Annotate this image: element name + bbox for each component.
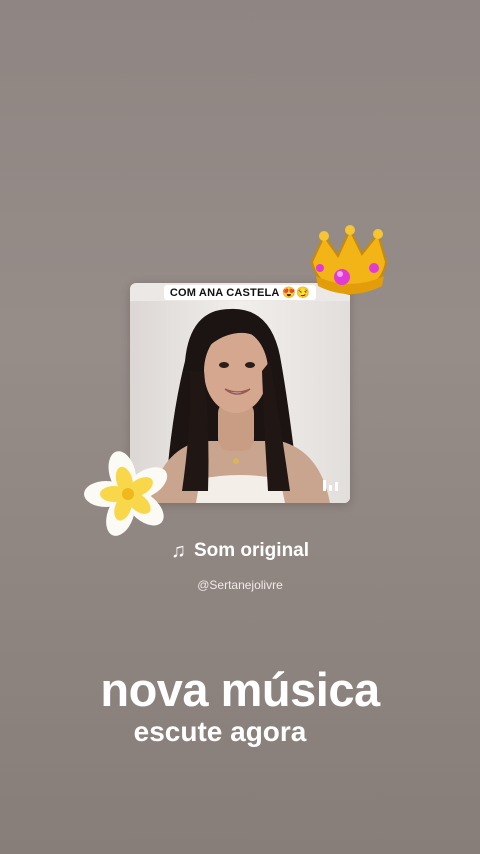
video-caption-text: COM ANA CASTELA 😍😏: [163, 284, 317, 300]
audio-bars-icon: [323, 480, 338, 491]
story-canvas: COM ANA CASTELA 😍😏 ♫ Som original @Serta…: [0, 0, 480, 854]
song-handle[interactable]: @Sertanejolivre: [0, 578, 480, 592]
song-title-row[interactable]: ♫ Som original: [0, 540, 480, 562]
crown-sticker[interactable]: [302, 222, 396, 306]
headline-text: nova música: [100, 663, 380, 716]
flower-sticker[interactable]: [82, 448, 174, 540]
music-note-icon: ♫: [170, 540, 186, 562]
song-title: Som original: [193, 540, 310, 561]
subheadline-text: escute agora: [133, 716, 307, 747]
